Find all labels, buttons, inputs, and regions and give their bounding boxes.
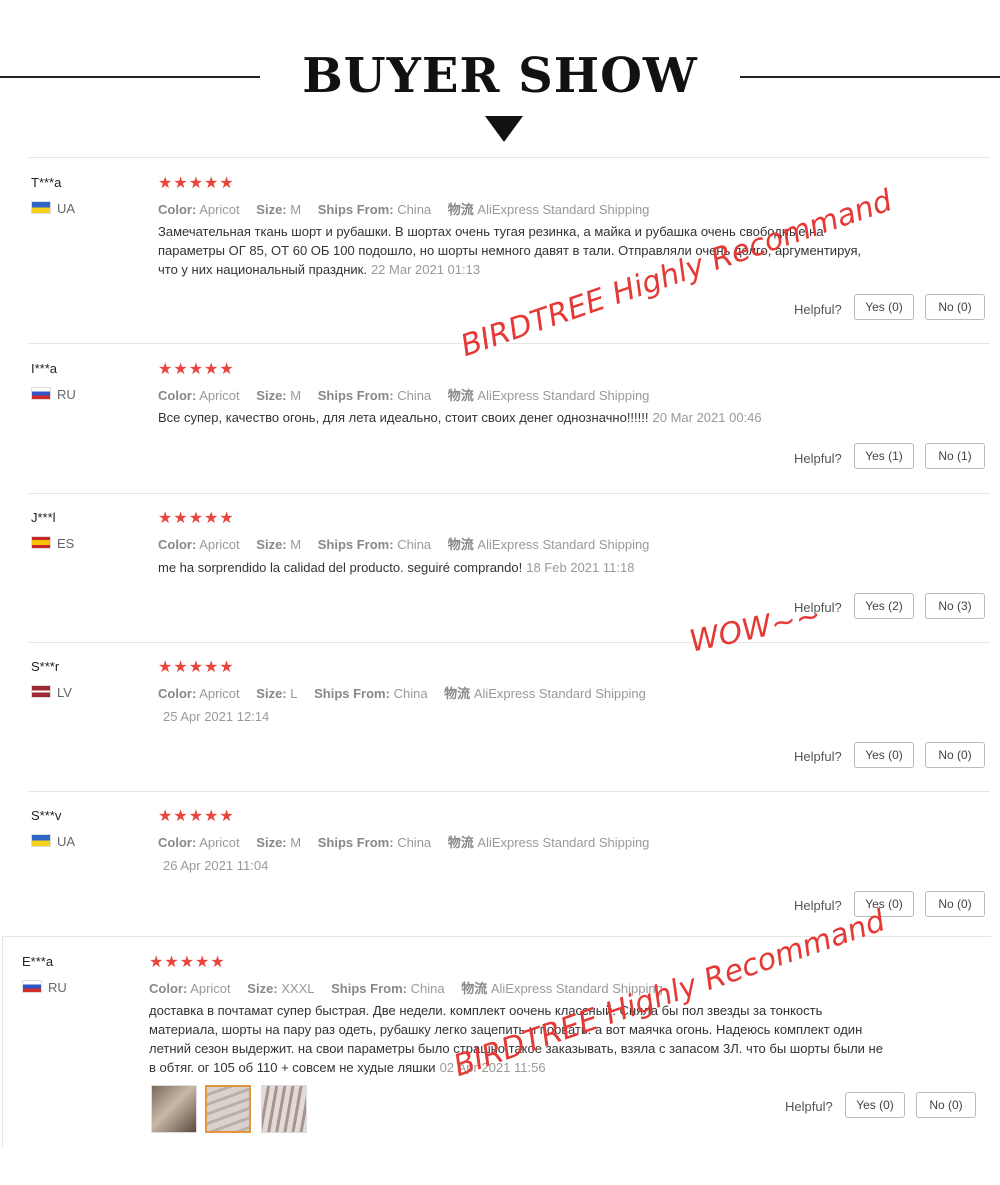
size-value: M xyxy=(290,835,302,850)
helpful-yes-button[interactable]: Yes (2) xyxy=(854,593,914,619)
down-arrow-icon xyxy=(485,116,523,142)
helpful-no-button[interactable]: No (0) xyxy=(925,891,985,917)
flag-ru-icon xyxy=(22,980,42,993)
ships-from-value: China xyxy=(397,537,432,552)
color-value: Apricot xyxy=(199,388,240,403)
review-item: I***a RU ★★★★★ Color: Apricot Size: M Sh… xyxy=(28,343,990,494)
helpful-no-button[interactable]: No (0) xyxy=(925,742,985,768)
size-value: L xyxy=(290,686,298,701)
ships-from-value: China xyxy=(393,686,428,701)
review-item: S***r LV ★★★★★ Color: Apricot Size: L Sh… xyxy=(28,642,990,792)
helpful-yes-button[interactable]: Yes (0) xyxy=(854,294,914,320)
reviewer-country: UA xyxy=(57,834,76,849)
color-value: Apricot xyxy=(199,202,240,217)
size-value: XXXL xyxy=(281,981,315,996)
size-value: M xyxy=(290,202,302,217)
reviewer-name: J***l xyxy=(31,510,56,525)
helpful-label: Helpful? xyxy=(794,898,842,913)
reviewer-country: LV xyxy=(57,685,72,700)
star-rating: ★★★★★ xyxy=(158,659,235,676)
helpful-label: Helpful? xyxy=(794,749,842,764)
size-value: M xyxy=(290,388,302,403)
review-attributes: Color: Apricot Size: M Ships From: China… xyxy=(158,202,650,217)
star-rating: ★★★★★ xyxy=(158,361,235,378)
review-date: 18 Feb 2021 11:18 xyxy=(526,560,635,575)
review-attributes: Color: Apricot Size: M Ships From: China… xyxy=(158,835,650,850)
helpful-label: Helpful? xyxy=(785,1099,833,1114)
flag-es-icon xyxy=(31,536,51,549)
star-rating: ★★★★★ xyxy=(158,510,235,527)
helpful-yes-button[interactable]: Yes (0) xyxy=(845,1092,905,1118)
color-value: Apricot xyxy=(190,981,231,996)
helpful-yes-button[interactable]: Yes (0) xyxy=(854,742,914,768)
review-date: 20 Mar 2021 00:46 xyxy=(652,410,762,425)
helpful-no-button[interactable]: No (1) xyxy=(925,443,985,469)
reviewer-name: E***a xyxy=(22,954,54,969)
helpful-yes-button[interactable]: Yes (1) xyxy=(854,443,914,469)
color-value: Apricot xyxy=(199,537,240,552)
review-text: Все супер, качество огонь, для лета идеа… xyxy=(158,410,762,425)
reviewer-name: I***a xyxy=(31,361,58,376)
star-rating: ★★★★★ xyxy=(158,808,235,825)
helpful-no-button[interactable]: No (0) xyxy=(925,294,985,320)
shipping-method: AliExpress Standard Shipping xyxy=(477,537,650,552)
reviewer-name: S***r xyxy=(31,659,60,674)
helpful-label: Helpful? xyxy=(794,302,842,317)
star-rating: ★★★★★ xyxy=(149,954,226,971)
ships-from-value: China xyxy=(397,202,432,217)
size-value: M xyxy=(290,537,302,552)
flag-ru-icon xyxy=(31,387,51,400)
color-value: Apricot xyxy=(199,835,240,850)
shipping-method: AliExpress Standard Shipping xyxy=(473,686,646,701)
review-date: 26 Apr 2021 11:04 xyxy=(163,858,269,873)
page-title: BUYER SHOW xyxy=(302,48,698,104)
review-text: me ha sorprendido la calidad del product… xyxy=(158,560,635,575)
review-item: J***l ES ★★★★★ Color: Apricot Size: M Sh… xyxy=(28,493,990,643)
shipping-method: AliExpress Standard Shipping xyxy=(477,835,650,850)
star-rating: ★★★★★ xyxy=(158,175,235,192)
shipping-method: AliExpress Standard Shipping xyxy=(477,202,650,217)
review-photo-thumbnail[interactable] xyxy=(205,1085,251,1133)
review-attributes: Color: Apricot Size: XXXL Ships From: Ch… xyxy=(149,981,663,996)
ships-from-value: China xyxy=(397,388,432,403)
shipping-method: AliExpress Standard Shipping xyxy=(477,388,650,403)
ships-from-value: China xyxy=(397,835,432,850)
review-photo-thumbnail[interactable] xyxy=(261,1085,307,1133)
reviewer-country: UA xyxy=(57,201,76,216)
reviewer-name: S***v xyxy=(31,808,62,823)
review-attributes: Color: Apricot Size: L Ships From: China… xyxy=(158,686,646,701)
review-date: 22 Mar 2021 01:13 xyxy=(370,262,481,277)
color-value: Apricot xyxy=(199,686,240,701)
flag-ua-icon xyxy=(31,201,51,214)
helpful-no-button[interactable]: No (3) xyxy=(925,593,985,619)
review-attributes: Color: Apricot Size: M Ships From: China… xyxy=(158,388,650,403)
reviewer-country: ES xyxy=(57,536,75,551)
ships-from-value: China xyxy=(410,981,445,996)
helpful-label: Helpful? xyxy=(794,451,842,466)
reviewer-country: RU xyxy=(48,980,67,995)
helpful-no-button[interactable]: No (0) xyxy=(916,1092,976,1118)
review-date: 25 Apr 2021 12:14 xyxy=(163,709,270,724)
flag-lv-icon xyxy=(31,685,51,698)
review-attributes: Color: Apricot Size: M Ships From: China… xyxy=(158,537,650,552)
flag-ua-icon xyxy=(31,834,51,847)
reviewer-name: T***a xyxy=(31,175,62,190)
reviewer-country: RU xyxy=(57,387,76,402)
review-photo-thumbnail[interactable] xyxy=(151,1085,197,1133)
